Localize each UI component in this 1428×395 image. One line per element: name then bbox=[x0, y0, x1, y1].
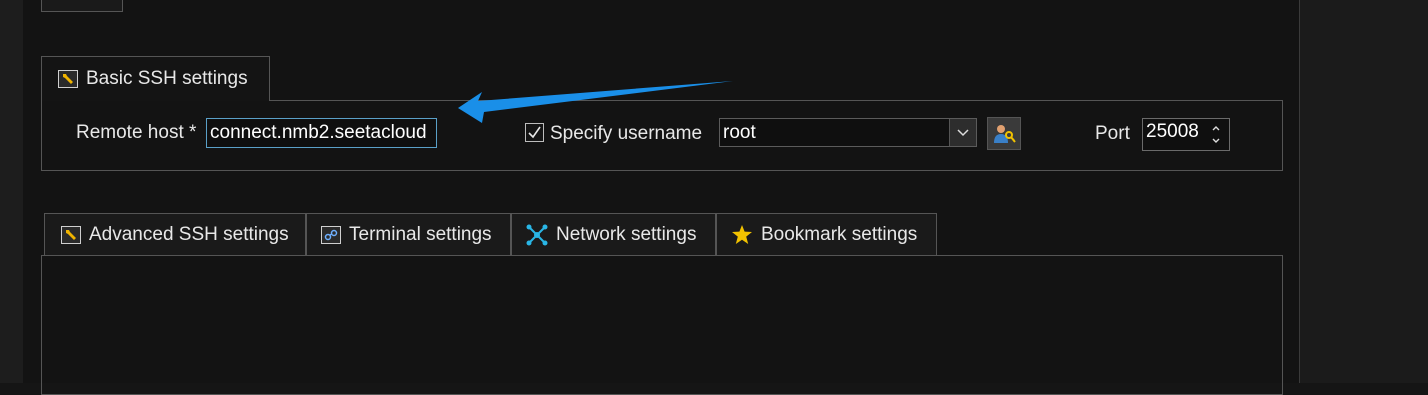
remote-host-label: Remote host * bbox=[76, 122, 197, 143]
tab-bookmark-settings[interactable]: Bookmark settings bbox=[716, 213, 937, 255]
tab-terminal-settings[interactable]: Terminal settings bbox=[306, 213, 511, 255]
spin-arrows-icon[interactable] bbox=[1211, 122, 1221, 147]
specify-username-checkbox[interactable] bbox=[525, 123, 544, 142]
tab-advanced-ssh-settings[interactable]: Advanced SSH settings bbox=[44, 213, 306, 255]
star-icon bbox=[731, 224, 753, 245]
port-label: Port bbox=[1095, 123, 1130, 144]
port-value: 25008 bbox=[1146, 121, 1199, 142]
left-panel-edge bbox=[0, 0, 23, 383]
port-spinbox[interactable]: 25008 bbox=[1142, 118, 1230, 151]
tab-label: Bookmark settings bbox=[761, 223, 918, 245]
wrench-icon bbox=[58, 70, 78, 88]
chevron-down-icon[interactable] bbox=[949, 119, 976, 146]
wrench-icon bbox=[61, 225, 81, 244]
tab-network-settings[interactable]: Network settings bbox=[511, 213, 716, 255]
tab-label: Terminal settings bbox=[349, 223, 492, 245]
tab-label: Network settings bbox=[556, 223, 697, 245]
remote-host-input[interactable]: connect.nmb2.seetacloud bbox=[206, 118, 437, 148]
tab-label: Advanced SSH settings bbox=[89, 223, 289, 245]
network-icon bbox=[526, 224, 548, 246]
tab-label: Basic SSH settings bbox=[86, 68, 248, 89]
checkmark-icon bbox=[528, 126, 541, 139]
tab-basic-ssh-settings[interactable]: Basic SSH settings bbox=[41, 56, 270, 101]
top-button-edge[interactable] bbox=[41, 0, 123, 12]
username-combobox[interactable]: root bbox=[719, 118, 977, 147]
advanced-settings-panel bbox=[41, 255, 1283, 395]
specify-username-label: Specify username bbox=[550, 123, 703, 144]
username-value: root bbox=[723, 122, 756, 143]
user-key-icon bbox=[994, 124, 1016, 143]
terminal-icon bbox=[321, 225, 341, 244]
user-key-button[interactable] bbox=[987, 117, 1021, 150]
right-panel-edge bbox=[1300, 0, 1428, 383]
